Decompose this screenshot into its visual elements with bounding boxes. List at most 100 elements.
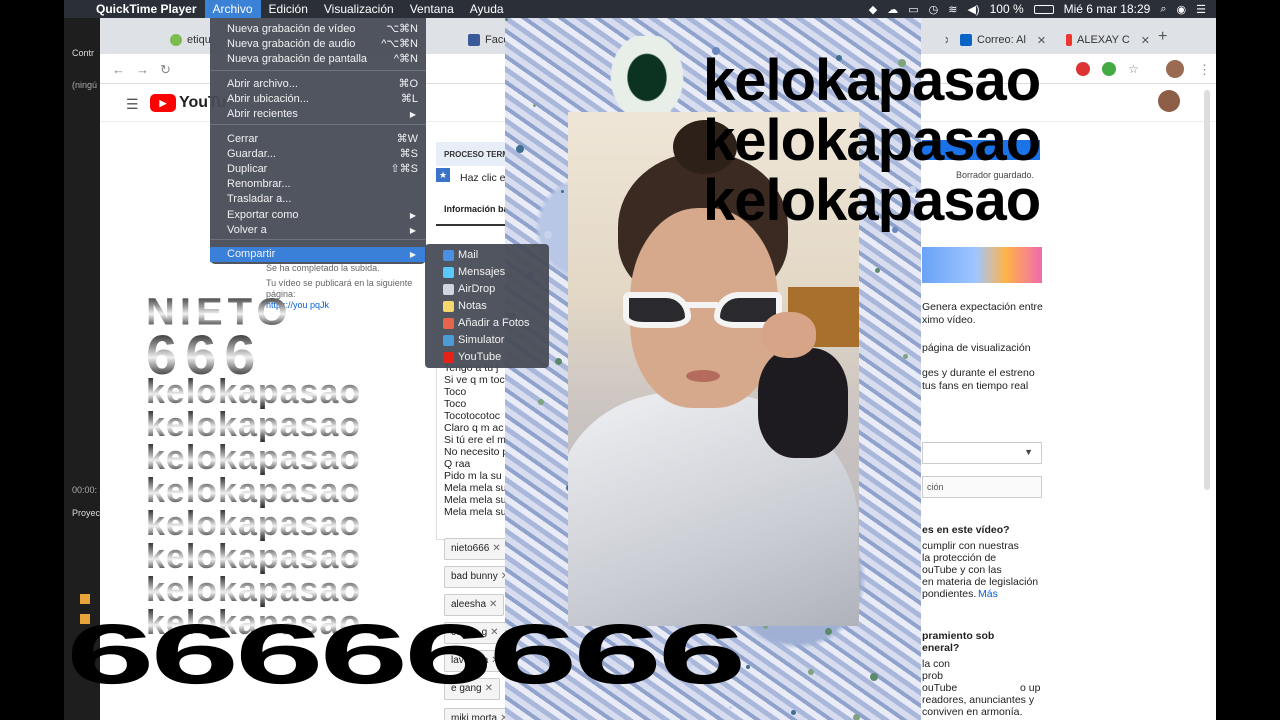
location-input[interactable]: ción — [922, 476, 1042, 498]
category-select[interactable]: ▼ — [922, 442, 1042, 464]
menu-item-label: Nueva grabación de pantalla — [227, 53, 368, 65]
file-menu-item[interactable]: Nueva grabación de audio ^⌥⌘N — [210, 37, 426, 52]
overlay-text-kelokapasao-chrome: kelokapasao — [146, 406, 362, 444]
legal-text: pondientes. — [922, 588, 977, 600]
share-menu-item[interactable]: Simulator — [425, 332, 549, 349]
click-hint[interactable]: Haz clic e — [460, 172, 506, 184]
sunglasses-bridge — [686, 302, 718, 308]
battery-icon[interactable] — [1033, 4, 1054, 14]
file-menu-item[interactable]: Exportar como ▶ — [210, 208, 426, 223]
folder-icon[interactable] — [80, 594, 90, 604]
new-tab-button[interactable]: + — [1158, 28, 1167, 46]
share-menu-item[interactable]: Notas — [425, 298, 549, 315]
share-menu-item[interactable]: AirDrop — [425, 281, 549, 298]
promo-banner-image — [922, 247, 1042, 283]
remove-tag-icon[interactable]: ✕ — [492, 543, 500, 554]
menu-ventana[interactable]: Ventana — [402, 0, 462, 18]
file-menu-item[interactable]: Abrir recientes ▶ — [210, 107, 426, 122]
wifi-icon[interactable]: ≋ — [948, 3, 957, 16]
lyric-line: Toco — [444, 386, 467, 398]
channel-avatar[interactable] — [1158, 90, 1180, 112]
share-service-icon — [443, 250, 454, 261]
lyric-line: Pido m la su — [444, 470, 502, 482]
video-texture-speck — [555, 358, 562, 365]
arm — [758, 348, 848, 458]
close-icon[interactable]: ✕ — [1141, 34, 1150, 47]
dropbox-icon[interactable]: ◆ — [869, 3, 877, 16]
clock-icon[interactable]: ◷ — [929, 3, 939, 16]
premiere-text: ges y durante el estreno — [922, 367, 1035, 379]
menu-shortcut: ⌘O — [398, 78, 418, 90]
share-menu-label: Mail — [458, 249, 479, 261]
file-menu-item[interactable]: Trasladar a... — [210, 192, 426, 207]
file-menu-item[interactable]: Volver a ▶ — [210, 223, 426, 238]
kebab-menu-icon[interactable]: ⋮ — [1198, 62, 1211, 78]
project-label: Proyec — [72, 508, 101, 518]
apple-icon[interactable] — [64, 0, 88, 18]
file-menu-item[interactable]: Abrir archivo... ⌘O — [210, 77, 426, 92]
reload-icon[interactable]: ↻ — [160, 62, 171, 78]
remove-tag-icon[interactable]: ✕ — [489, 599, 497, 610]
window-icon[interactable]: ▭ — [908, 3, 918, 16]
file-menu-item[interactable]: Compartir ▶ — [210, 247, 426, 262]
menu-archivo[interactable]: Archivo — [204, 0, 261, 18]
extension-icon[interactable] — [1102, 62, 1116, 76]
question-heading: es en este vídeo? — [922, 524, 1010, 536]
page-scrollbar[interactable] — [1204, 90, 1210, 490]
share-menu-item[interactable]: Añadir a Fotos — [425, 315, 549, 332]
tab-basic-info[interactable]: Información bá — [444, 204, 509, 214]
share-service-icon — [443, 301, 454, 312]
file-menu-item[interactable]: Nueva grabación de pantalla ^⌘N — [210, 52, 426, 67]
close-icon[interactable]: ✕ — [944, 34, 948, 47]
share-menu-item[interactable]: YouTube — [425, 349, 549, 366]
share-menu-item[interactable]: Mail — [425, 247, 549, 264]
menu-edicion[interactable]: Edición — [261, 0, 316, 18]
lyric-line: Tocotocotoc — [444, 410, 501, 422]
more-link[interactable]: Más — [978, 588, 998, 600]
back-arrow-icon[interactable]: ← — [112, 62, 125, 77]
menu-item-label: Nueva grabación de vídeo — [227, 23, 356, 35]
share-menu-item[interactable]: Mensajes — [425, 264, 549, 281]
notification-center-icon[interactable]: ☰ — [1196, 3, 1206, 16]
extension-icon[interactable] — [1076, 62, 1090, 76]
file-menu-item[interactable]: Nueva grabación de vídeo ⌥⌘N — [210, 22, 426, 37]
forward-arrow-icon[interactable]: → — [136, 62, 149, 77]
lyric-line: Si tú ere el m — [444, 434, 506, 446]
file-menu-item[interactable]: Renombrar... — [210, 177, 426, 192]
menu-item-label: Abrir archivo... — [227, 78, 298, 90]
close-icon[interactable]: ✕ — [1037, 34, 1046, 47]
volume-icon[interactable]: ◀) — [967, 3, 979, 16]
menu-separator — [210, 124, 426, 125]
menubar-clock[interactable]: Mié 6 mar 18:29 — [1064, 2, 1151, 16]
tag-label: aleesha — [451, 599, 487, 610]
menu-item-label: Abrir recientes — [227, 108, 298, 120]
menu-item-label: Duplicar — [227, 163, 268, 175]
menu-shortcut: ⌘L — [400, 93, 418, 105]
menu-item-label: Guardar... — [227, 148, 276, 160]
macos-menubar: QuickTime Player Archivo Edición Visuali… — [64, 0, 1216, 18]
avatar[interactable] — [1166, 60, 1184, 78]
submenu-arrow-icon: ▶ — [409, 110, 416, 119]
overlay-text-kelokapasao: kelokapasao — [703, 168, 1041, 233]
file-menu-item[interactable]: Guardar... ⌘S — [210, 147, 426, 162]
lyric-line: Mela mela su — [444, 506, 507, 518]
file-menu-item[interactable]: Duplicar ⇧⌘S — [210, 162, 426, 177]
bottom-sixes-text: 66666666 — [66, 612, 746, 702]
menu-visualizacion[interactable]: Visualización — [316, 0, 402, 18]
file-menu-item[interactable]: Abrir ubicación... ⌘L — [210, 92, 426, 107]
menu-item-label: Compartir — [227, 248, 276, 260]
tag-chip[interactable]: nieto666 ✕ — [444, 538, 508, 560]
hamburger-menu-icon[interactable]: ☰ — [126, 96, 139, 113]
menu-ayuda[interactable]: Ayuda — [462, 0, 512, 18]
siri-icon[interactable]: ◉ — [1177, 3, 1187, 16]
tab-alexay[interactable]: ALEXAY C ✕ — [1058, 26, 1158, 54]
cloud-icon[interactable]: ☁ — [887, 3, 898, 16]
search-icon[interactable]: ⌕ — [1160, 3, 1166, 16]
bookmark-star-icon[interactable]: ☆ — [1128, 62, 1139, 76]
menu-app-name[interactable]: QuickTime Player — [88, 0, 205, 18]
menu-item-label: Exportar como — [227, 209, 299, 221]
status-area: ◆ ☁ ▭ ◷ ≋ ◀) 100 % Mié 6 mar 18:29 ⌕ ◉ ☰ — [869, 2, 1216, 16]
fist — [762, 312, 816, 358]
menu-shortcut: ⌘W — [396, 133, 418, 145]
file-menu-item[interactable]: Cerrar ⌘W — [210, 132, 426, 147]
